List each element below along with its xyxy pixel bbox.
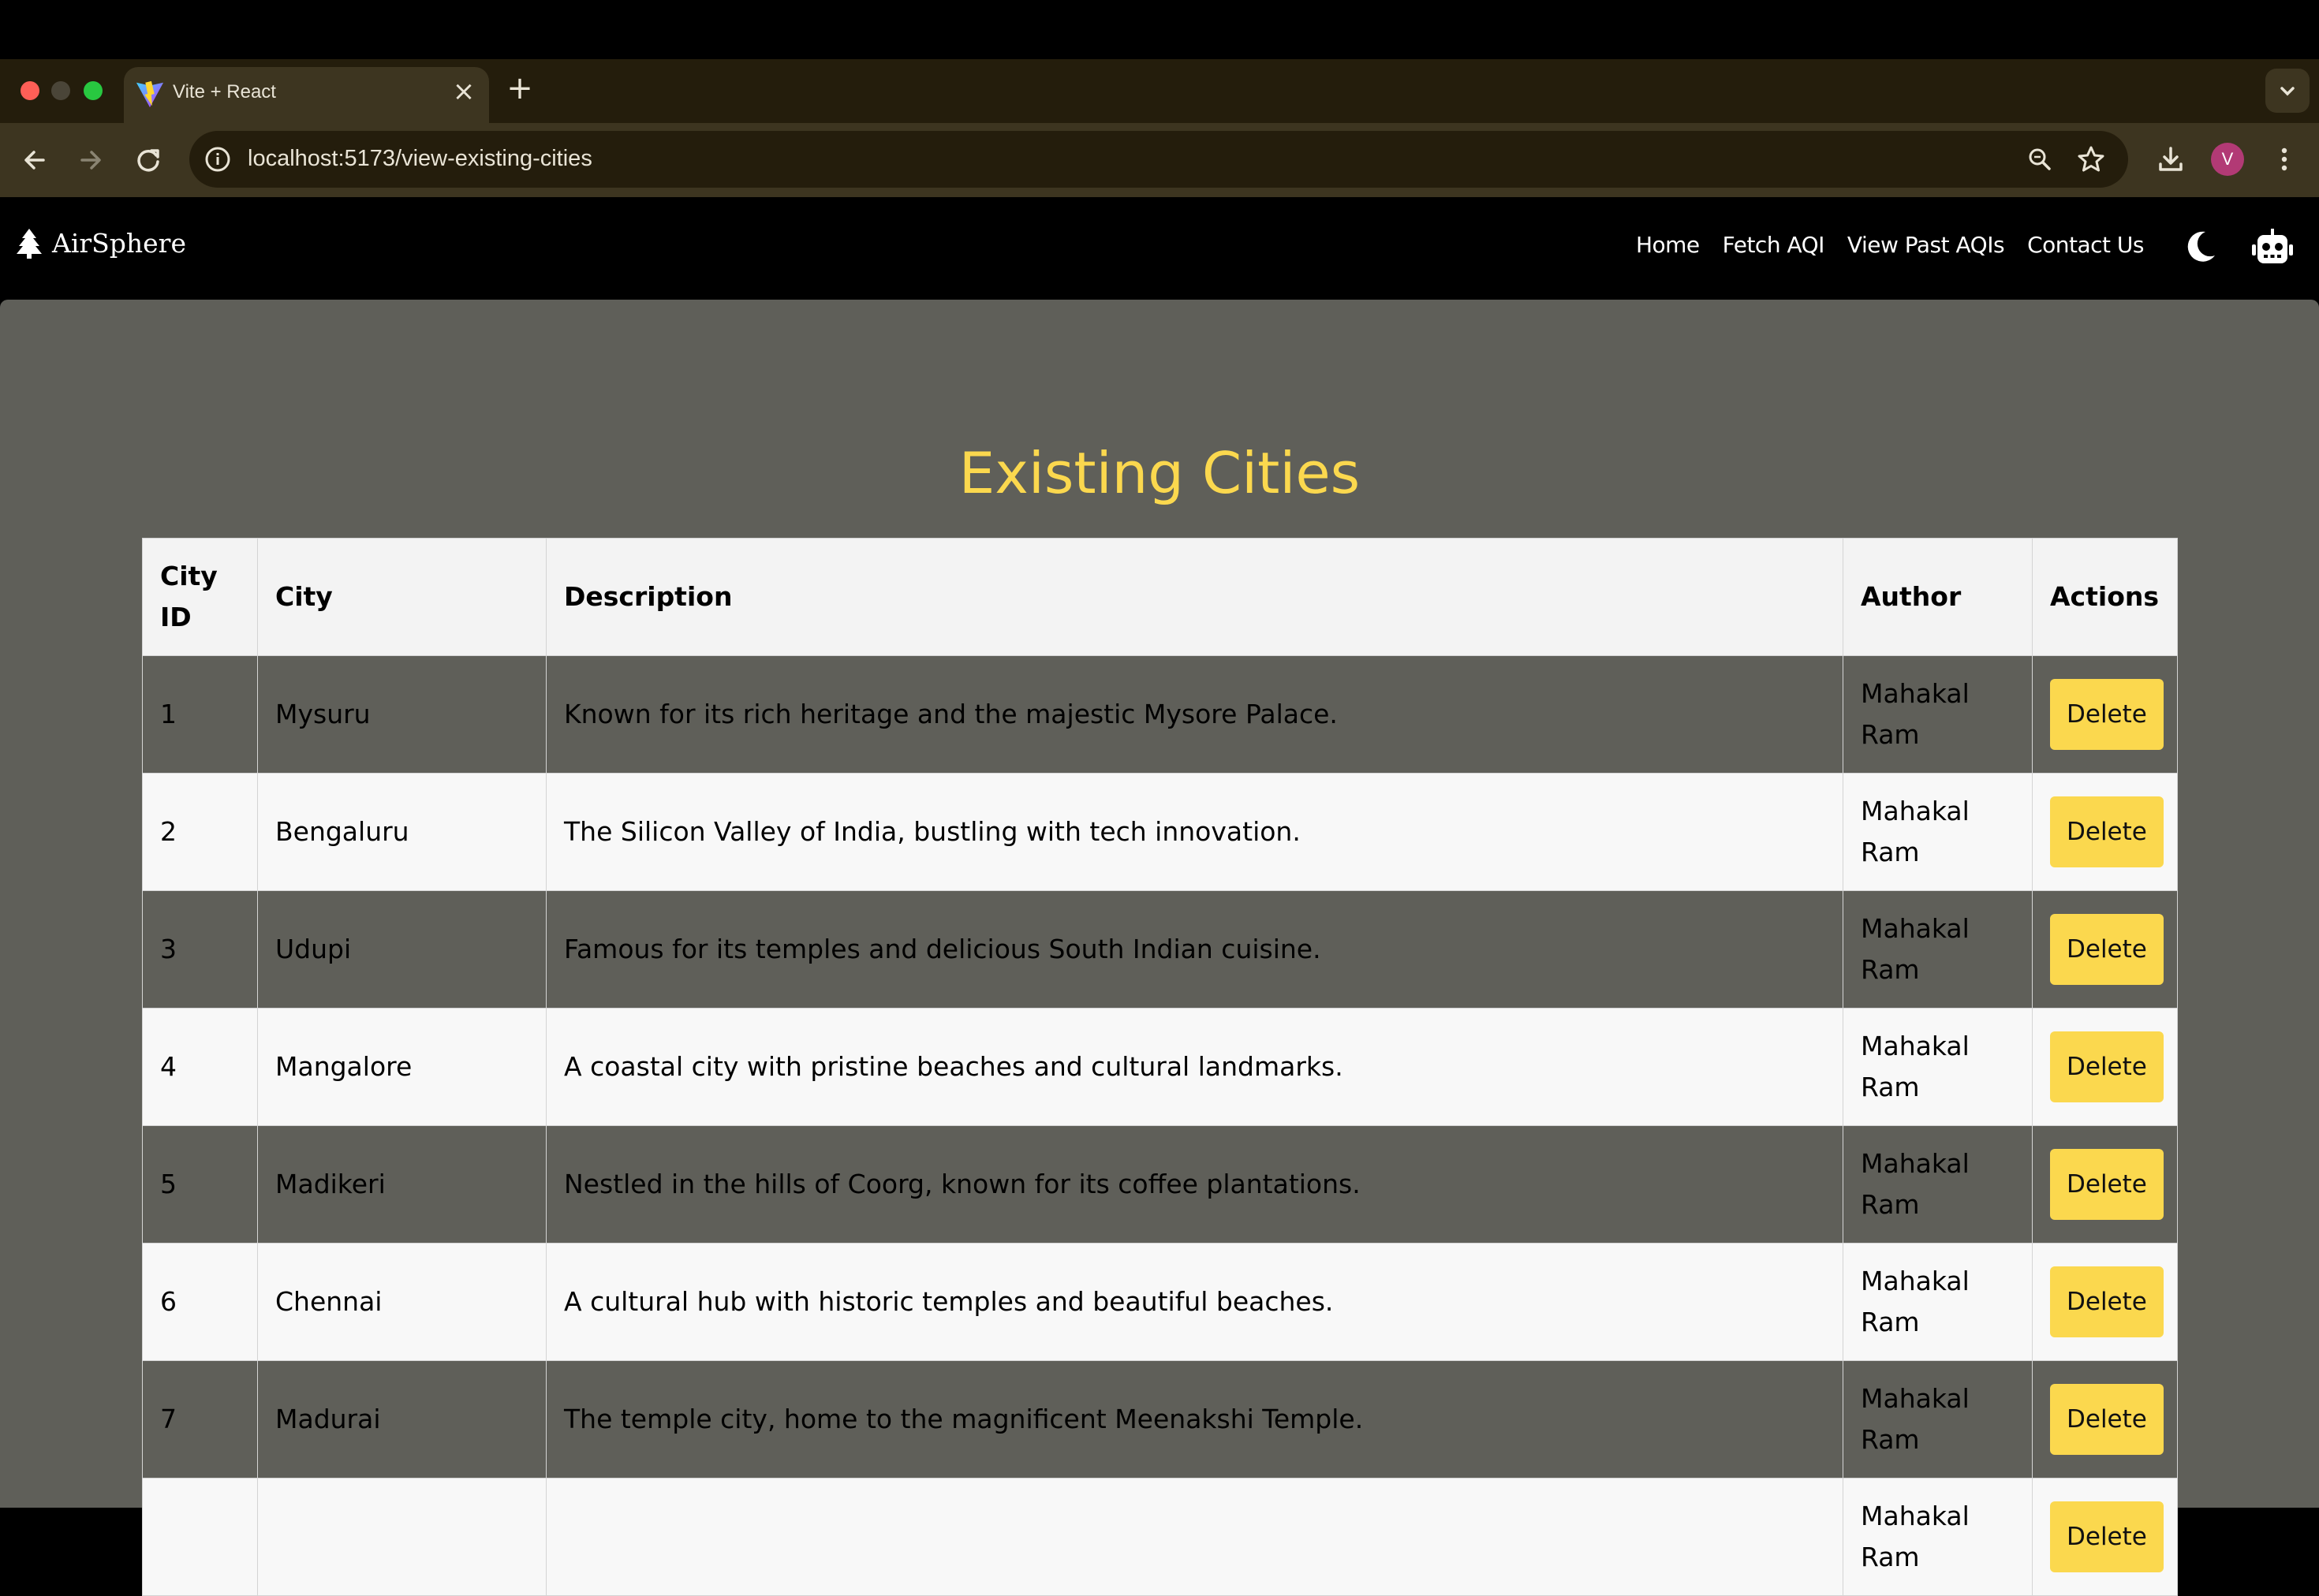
cell-author: Mahakal Ram <box>1843 890 2033 1009</box>
tab-search-button[interactable] <box>2265 69 2310 113</box>
cell-author: Mahakal Ram <box>1843 1008 2033 1126</box>
table-header-row: City ID City Description Author Actions <box>142 538 2178 656</box>
cell-author: Mahakal Ram <box>1843 773 2033 891</box>
browser-tab[interactable]: Vite + React × <box>124 67 489 123</box>
header-description: Description <box>546 538 1843 656</box>
cell-city <box>257 1478 547 1596</box>
cell-actions: Delete <box>2032 1360 2178 1479</box>
table-row: 3 Udupi Famous for its temples and delic… <box>142 890 2178 1009</box>
tab-title: Vite + React <box>173 81 276 103</box>
nav-links: Home Fetch AQI View Past AQIs Contact Us <box>1613 232 2145 258</box>
delete-button[interactable]: Delete <box>2050 914 2164 985</box>
url-text[interactable]: localhost:5173/view-existing-cities <box>248 146 592 172</box>
cell-city: Bengaluru <box>257 773 547 891</box>
cell-city-id: 7 <box>142 1360 258 1479</box>
zoom-icon[interactable] <box>2024 144 2056 175</box>
table-row: Mahakal Ram Delete <box>142 1478 2178 1596</box>
delete-button[interactable]: Delete <box>2050 1266 2164 1337</box>
cell-description: The Silicon Valley of India, bustling wi… <box>546 773 1843 891</box>
cell-city-id: 4 <box>142 1008 258 1126</box>
cell-city: Udupi <box>257 890 547 1009</box>
cell-city-id <box>142 1478 258 1596</box>
cell-description: Known for its rich heritage and the maje… <box>546 655 1843 774</box>
cell-actions: Delete <box>2032 1125 2178 1244</box>
robot-icon[interactable] <box>2250 226 2295 271</box>
site-info-icon[interactable] <box>202 144 233 175</box>
cell-city-id: 5 <box>142 1125 258 1244</box>
nav-link-home[interactable]: Home <box>1636 232 1700 258</box>
cell-author: Mahakal Ram <box>1843 1478 2033 1596</box>
cell-actions: Delete <box>2032 1008 2178 1126</box>
minimize-window-button[interactable] <box>51 81 70 100</box>
back-arrow-icon[interactable] <box>17 142 53 178</box>
table-row: 5 Madikeri Nestled in the hills of Coorg… <box>142 1125 2178 1244</box>
delete-button[interactable]: Delete <box>2050 1501 2164 1572</box>
tree-icon <box>17 229 42 259</box>
cell-description: Nestled in the hills of Coorg, known for… <box>546 1125 1843 1244</box>
new-tab-button[interactable]: + <box>505 73 535 104</box>
cell-description: The temple city, home to the magnificent… <box>546 1360 1843 1479</box>
cell-actions: Delete <box>2032 890 2178 1009</box>
cell-author: Mahakal Ram <box>1843 1243 2033 1361</box>
chevron-down-icon <box>2280 87 2295 96</box>
header-city-id: City ID <box>142 538 258 656</box>
cell-city: Mysuru <box>257 655 547 774</box>
delete-button[interactable]: Delete <box>2050 1149 2164 1220</box>
cell-description: A coastal city with pristine beaches and… <box>546 1008 1843 1126</box>
vite-logo-icon <box>136 80 164 108</box>
table-row: 4 Mangalore A coastal city with pristine… <box>142 1008 2178 1126</box>
bookmark-star-icon[interactable] <box>2075 144 2107 175</box>
delete-button[interactable]: Delete <box>2050 1031 2164 1102</box>
cell-city: Madikeri <box>257 1125 547 1244</box>
app-navbar: AirSphere Home Fetch AQI View Past AQIs … <box>0 197 2319 300</box>
nav-link-contact-us[interactable]: Contact Us <box>2027 232 2144 258</box>
more-menu-icon[interactable] <box>2267 142 2302 177</box>
address-bar[interactable]: localhost:5173/view-existing-cities <box>189 131 2128 188</box>
brand-name: AirSphere <box>52 227 186 259</box>
cell-city-id: 6 <box>142 1243 258 1361</box>
cell-city-id: 3 <box>142 890 258 1009</box>
cell-city-id: 2 <box>142 773 258 891</box>
table-row: 7 Madurai The temple city, home to the m… <box>142 1360 2178 1479</box>
cities-table: City ID City Description Author Actions … <box>142 538 2178 1596</box>
moon-icon[interactable] <box>2180 227 2220 267</box>
header-city: City <box>257 538 547 656</box>
header-actions: Actions <box>2032 538 2178 656</box>
maximize-window-button[interactable] <box>84 81 103 100</box>
nav-link-view-past-aqis[interactable]: View Past AQIs <box>1847 232 2005 258</box>
cell-city: Chennai <box>257 1243 547 1361</box>
cell-actions: Delete <box>2032 655 2178 774</box>
cell-city-id: 1 <box>142 655 258 774</box>
table-row: 1 Mysuru Known for its rich heritage and… <box>142 655 2178 774</box>
close-window-button[interactable] <box>21 81 39 100</box>
close-tab-icon[interactable]: × <box>450 78 478 106</box>
table-row: 6 Chennai A cultural hub with historic t… <box>142 1243 2178 1361</box>
delete-button[interactable]: Delete <box>2050 1384 2164 1455</box>
cell-city: Madurai <box>257 1360 547 1479</box>
brand[interactable]: AirSphere <box>16 227 186 259</box>
cell-city: Mangalore <box>257 1008 547 1126</box>
table-row: 2 Bengaluru The Silicon Valley of India,… <box>142 773 2178 891</box>
cell-description: A cultural hub with historic temples and… <box>546 1243 1843 1361</box>
cell-actions: Delete <box>2032 1243 2178 1361</box>
main-content: Existing Cities City ID City Description… <box>0 300 2319 1596</box>
cell-description: Famous for its temples and delicious Sou… <box>546 890 1843 1009</box>
forward-arrow-icon[interactable] <box>73 142 109 178</box>
cell-author: Mahakal Ram <box>1843 1360 2033 1479</box>
download-icon[interactable] <box>2153 142 2188 177</box>
reload-icon[interactable] <box>130 142 166 178</box>
delete-button[interactable]: Delete <box>2050 796 2164 867</box>
cell-actions: Delete <box>2032 773 2178 891</box>
nav-link-fetch-aqi[interactable]: Fetch AQI <box>1723 232 1825 258</box>
cell-actions: Delete <box>2032 1478 2178 1596</box>
cell-description <box>546 1478 1843 1596</box>
delete-button[interactable]: Delete <box>2050 679 2164 750</box>
page-title: Existing Cities <box>958 440 1361 506</box>
header-author: Author <box>1843 538 2033 656</box>
profile-avatar[interactable]: V <box>2211 143 2244 176</box>
cell-author: Mahakal Ram <box>1843 1125 2033 1244</box>
cell-author: Mahakal Ram <box>1843 655 2033 774</box>
